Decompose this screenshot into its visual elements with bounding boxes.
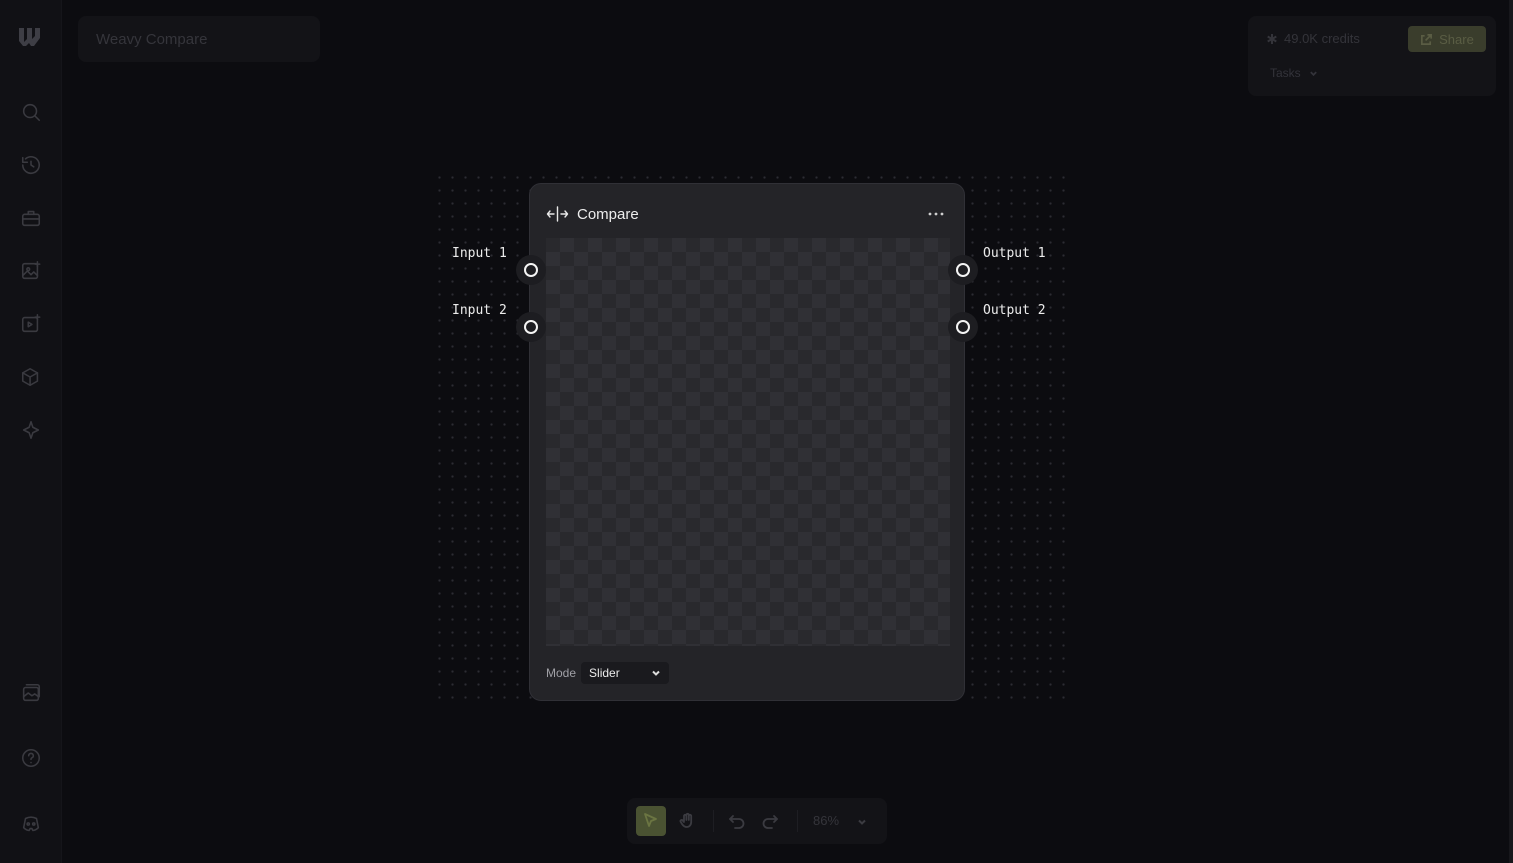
discord-icon[interactable] xyxy=(19,812,43,836)
output-1-label: Output 1 xyxy=(983,246,1046,261)
toolbar-divider xyxy=(797,810,798,832)
bottom-toolbar: 86% xyxy=(627,798,887,844)
right-edge xyxy=(1509,0,1513,863)
help-icon[interactable] xyxy=(19,746,43,770)
redo-button[interactable] xyxy=(755,806,785,836)
undo-icon xyxy=(729,815,745,829)
node-header: Compare xyxy=(546,202,639,226)
share-icon xyxy=(1421,33,1433,45)
input-1-port[interactable] xyxy=(516,255,546,285)
chevron-down-icon xyxy=(1309,71,1317,76)
toolbox-icon[interactable] xyxy=(19,206,43,230)
output-2-port[interactable] xyxy=(948,312,978,342)
gallery-icon[interactable] xyxy=(19,681,43,705)
app: Weavy Compare 49.0K credits Share Tasks … xyxy=(0,0,1513,863)
input-2-port[interactable] xyxy=(516,312,546,342)
input-1-label: Input 1 xyxy=(452,246,507,261)
left-sidebar xyxy=(0,0,62,863)
search-icon[interactable] xyxy=(19,100,43,124)
compare-preview-area[interactable] xyxy=(546,238,950,646)
project-title-text: Weavy Compare xyxy=(96,30,208,48)
output-2-label: Output 2 xyxy=(983,303,1046,318)
compare-node[interactable]: Compare Mode Slider xyxy=(529,183,965,701)
video-icon[interactable] xyxy=(19,312,43,336)
asterisk-icon xyxy=(1267,33,1277,44)
share-label: Share xyxy=(1439,31,1474,47)
image-icon[interactable] xyxy=(19,259,43,283)
cursor-icon xyxy=(644,813,657,827)
top-right-panel: 49.0K credits Share Tasks xyxy=(1248,16,1496,96)
mode-select-value: Slider xyxy=(589,666,620,680)
sparkle-icon[interactable] xyxy=(19,418,43,442)
chevron-down-icon xyxy=(652,670,660,676)
hand-tool-button[interactable] xyxy=(672,806,702,836)
node-title: Compare xyxy=(577,205,639,223)
mode-row: Mode Slider xyxy=(546,661,670,685)
logo-icon[interactable] xyxy=(17,26,45,50)
history-icon[interactable] xyxy=(19,153,43,177)
undo-button[interactable] xyxy=(722,806,752,836)
tasks-label: Tasks xyxy=(1270,66,1301,80)
mode-label: Mode xyxy=(546,666,577,680)
select-tool-button[interactable] xyxy=(636,806,666,836)
zoom-chevron-down-icon[interactable] xyxy=(856,815,868,827)
credits-text: 49.0K credits xyxy=(1284,31,1360,46)
hand-icon xyxy=(679,812,693,828)
redo-icon xyxy=(762,815,778,829)
compare-icon xyxy=(546,206,569,222)
credits-indicator: 49.0K credits xyxy=(1266,31,1360,46)
toolbar-divider xyxy=(713,810,714,832)
zoom-level[interactable]: 86% xyxy=(813,813,839,828)
share-button[interactable]: Share xyxy=(1408,26,1486,52)
tasks-dropdown[interactable]: Tasks xyxy=(1270,66,1318,80)
mode-select[interactable]: Slider xyxy=(581,662,670,684)
input-2-label: Input 2 xyxy=(452,303,507,318)
more-horizontal-icon xyxy=(928,212,944,216)
output-1-port[interactable] xyxy=(948,255,978,285)
3d-icon[interactable] xyxy=(19,365,43,389)
more-options-button[interactable] xyxy=(924,202,948,226)
project-title[interactable]: Weavy Compare xyxy=(78,16,320,62)
